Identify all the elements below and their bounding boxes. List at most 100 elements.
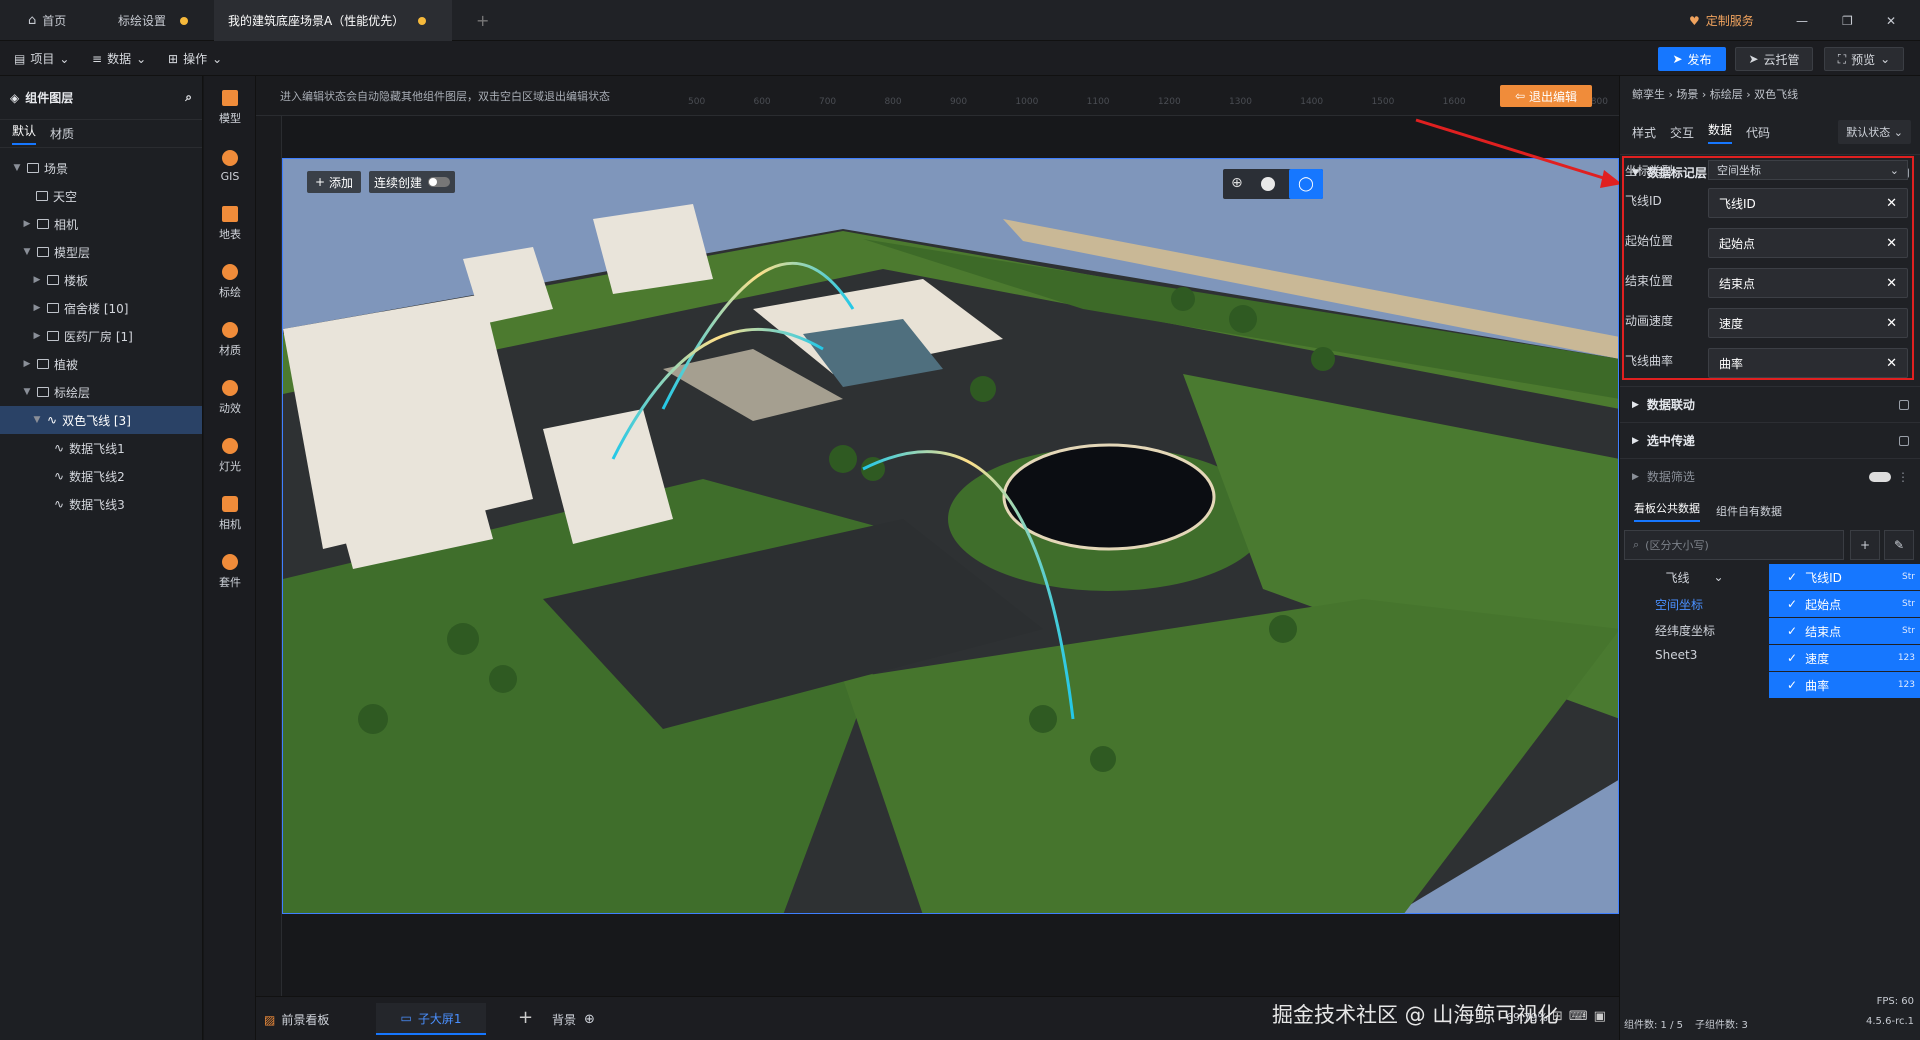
tab-data[interactable]: 数据 [1708, 121, 1733, 144]
effect-tool[interactable]: 动效 [204, 370, 256, 426]
data-source-select[interactable]: 飞线 ⌄ [1620, 564, 1769, 590]
tree-item-flyline-1[interactable]: ∿ 数据飞线1 [0, 434, 202, 462]
tab-board-data[interactable]: 看板公共数据 [1634, 500, 1700, 522]
lock-icon[interactable] [1899, 435, 1909, 446]
tree-item-dual-flyline[interactable]: ▼ ∿ 双色飞线 [3] [0, 406, 202, 434]
tree-item-camera[interactable]: ▶ 相机 [0, 210, 202, 238]
camera-tool[interactable]: 相机 [204, 486, 256, 542]
chevron-down-icon: ⌄ [1889, 163, 1899, 177]
tree-item-floor[interactable]: ▶ 楼板 [0, 266, 202, 294]
cloud-host-button[interactable]: ➤ 云托管 [1735, 47, 1813, 71]
light-tool[interactable]: 灯光 [204, 428, 256, 484]
model-tool[interactable]: 模型 [204, 80, 256, 136]
field-item[interactable]: ✓ 起始点 Str [1769, 591, 1920, 617]
tree-item-sky[interactable]: 天空 [0, 182, 202, 210]
plot-tool[interactable]: 标绘 [204, 254, 256, 310]
caret-right-icon: ▶ [33, 331, 41, 341]
section-data-filter[interactable]: ▶ 数据筛选 ⋮ [1620, 458, 1920, 494]
field-item[interactable]: ✓ 速度 123 [1769, 645, 1920, 671]
field-start[interactable]: 起始点 ✕ [1708, 228, 1908, 258]
layer-panel-header: ◈ 组件图层 ⌕ [0, 76, 202, 120]
close-window-button[interactable]: ✕ [1872, 0, 1910, 41]
section-select-pass[interactable]: ▶ 选中传递 [1620, 422, 1920, 458]
close-icon[interactable]: ✕ [1886, 236, 1897, 251]
field-speed[interactable]: 速度 ✕ [1708, 308, 1908, 338]
tree-item-plot-layer[interactable]: ▼ 标绘层 [0, 378, 202, 406]
field-item[interactable]: ✓ 飞线ID Str [1769, 564, 1920, 590]
tab-home[interactable]: ⌂ 首页 [14, 0, 80, 41]
tree-item-scene[interactable]: ▼ 场景 [0, 154, 202, 182]
3d-scene-viewport[interactable]: + 添加 连续创建 ⊕ ◯ [282, 158, 1619, 914]
tree-item-model-layer[interactable]: ▼ 模型层 [0, 238, 202, 266]
custom-service-button[interactable]: ♥ 定制服务 [1675, 0, 1768, 41]
continuous-create-toggle[interactable]: 连续创建 [369, 171, 455, 193]
tab-foreground-board[interactable]: ▨ 前景看板 [264, 1011, 329, 1028]
new-tab-button[interactable]: + [462, 0, 503, 41]
field-curvature[interactable]: 曲率 ✕ [1708, 348, 1908, 378]
tree-item-flyline-2[interactable]: ∿ 数据飞线2 [0, 462, 202, 490]
toggle-switch[interactable] [1869, 471, 1891, 482]
globe-icon [222, 149, 238, 166]
tab-own-data[interactable]: 组件自有数据 [1716, 503, 1782, 519]
data-menu[interactable]: ≡ 数据 ⌄ [92, 41, 146, 76]
search-icon[interactable]: ⌕ [185, 90, 192, 105]
exit-edit-button[interactable]: ⇦ 退出编辑 [1500, 85, 1592, 107]
check-icon: ✓ [1787, 597, 1798, 611]
folder-icon [37, 359, 49, 369]
tree-item-vegetation[interactable]: ▶ 植被 [0, 350, 202, 378]
publish-button[interactable]: ➤ 发布 [1658, 47, 1726, 71]
tab-scene[interactable]: 我的建筑底座场景A（性能优先） [214, 0, 452, 41]
operate-menu[interactable]: ⊞ 操作 ⌄ [168, 41, 222, 76]
close-icon[interactable]: ✕ [1886, 356, 1897, 371]
close-icon[interactable]: ✕ [1886, 196, 1897, 211]
coord-type-select[interactable]: 空间坐标 ⌄ [1708, 160, 1908, 180]
field-item[interactable]: ✓ 曲率 123 [1769, 672, 1920, 698]
section-data-linkage[interactable]: ▶ 数据联动 [1620, 386, 1920, 422]
edit-field-button[interactable]: ✎ [1884, 530, 1914, 560]
chevron-down-icon: ⌄ [136, 51, 147, 66]
state-select[interactable]: 默认状态 ⌄ [1838, 120, 1911, 144]
caret-right-icon: ▶ [1632, 471, 1639, 482]
source-item[interactable]: Sheet3 [1655, 648, 1697, 662]
sphere-icon[interactable] [1261, 177, 1275, 191]
lock-icon[interactable] [1899, 399, 1909, 410]
more-icon[interactable]: ⋮ [1897, 470, 1909, 484]
add-button[interactable]: + 添加 [307, 171, 361, 193]
project-menu[interactable]: ▤ 项目 ⌄ [14, 41, 69, 76]
restore-button[interactable]: ❐ [1828, 0, 1867, 41]
tree-item-dorm[interactable]: ▶ 宿舍楼 [10] [0, 294, 202, 322]
close-icon[interactable]: ✕ [1886, 316, 1897, 331]
orbit-icon[interactable]: ◯ [1289, 169, 1323, 199]
material-tool[interactable]: 材质 [204, 312, 256, 368]
tab-style[interactable]: 样式 [1632, 124, 1656, 141]
tree-item-factory[interactable]: ▶ 医药厂房 [1] [0, 322, 202, 350]
kit-tool[interactable]: 套件 [204, 544, 256, 600]
gis-tool[interactable]: GIS [204, 138, 256, 194]
terrain-tool[interactable]: 地表 [204, 196, 256, 252]
preview-button[interactable]: ⛶ 预览 ⌄ [1824, 47, 1904, 71]
source-item[interactable]: 空间坐标 [1655, 596, 1703, 613]
tree-item-flyline-3[interactable]: ∿ 数据飞线3 [0, 490, 202, 518]
tab-interaction[interactable]: 交互 [1670, 124, 1694, 141]
minimize-button[interactable]: — [1782, 0, 1822, 41]
caret-right-icon: ▶ [23, 219, 31, 229]
add-screen-button[interactable]: + [518, 1007, 533, 1028]
tab-material[interactable]: 材质 [50, 125, 74, 142]
add-field-button[interactable]: + [1850, 530, 1880, 560]
field-search-input[interactable]: ⌕ (区分大小写) [1624, 530, 1844, 560]
globe-icon[interactable]: ⊕ [1231, 175, 1243, 191]
view-toggle-icons[interactable]: ⊞⌨▣ [1552, 1009, 1612, 1024]
tab-default[interactable]: 默认 [12, 122, 37, 145]
field-end[interactable]: 结束点 ✕ [1708, 268, 1908, 298]
tab-plot-settings[interactable]: 标绘设置 [104, 0, 202, 41]
cloud-icon [36, 191, 48, 201]
bottom-bar: ▨ 前景看板 ▭ 子大屏1 + 背景 ⊕ 69.79% ⊞⌨▣ 掘金技术社区 @ 山海… [256, 996, 1619, 1040]
field-flyline-id[interactable]: 飞线ID ✕ [1708, 188, 1908, 218]
field-item[interactable]: ✓ 结束点 Str [1769, 618, 1920, 644]
tab-background[interactable]: 背景 ⊕ [552, 1011, 595, 1028]
close-icon[interactable]: ✕ [1886, 276, 1897, 291]
tab-code[interactable]: 代码 [1746, 124, 1770, 141]
source-item[interactable]: 经纬度坐标 [1655, 622, 1715, 639]
edit-hint: 进入编辑状态会自动隐藏其他组件图层，双击空白区域退出编辑状态 [280, 90, 610, 103]
tab-sub-screen[interactable]: ▭ 子大屏1 [376, 1003, 486, 1035]
